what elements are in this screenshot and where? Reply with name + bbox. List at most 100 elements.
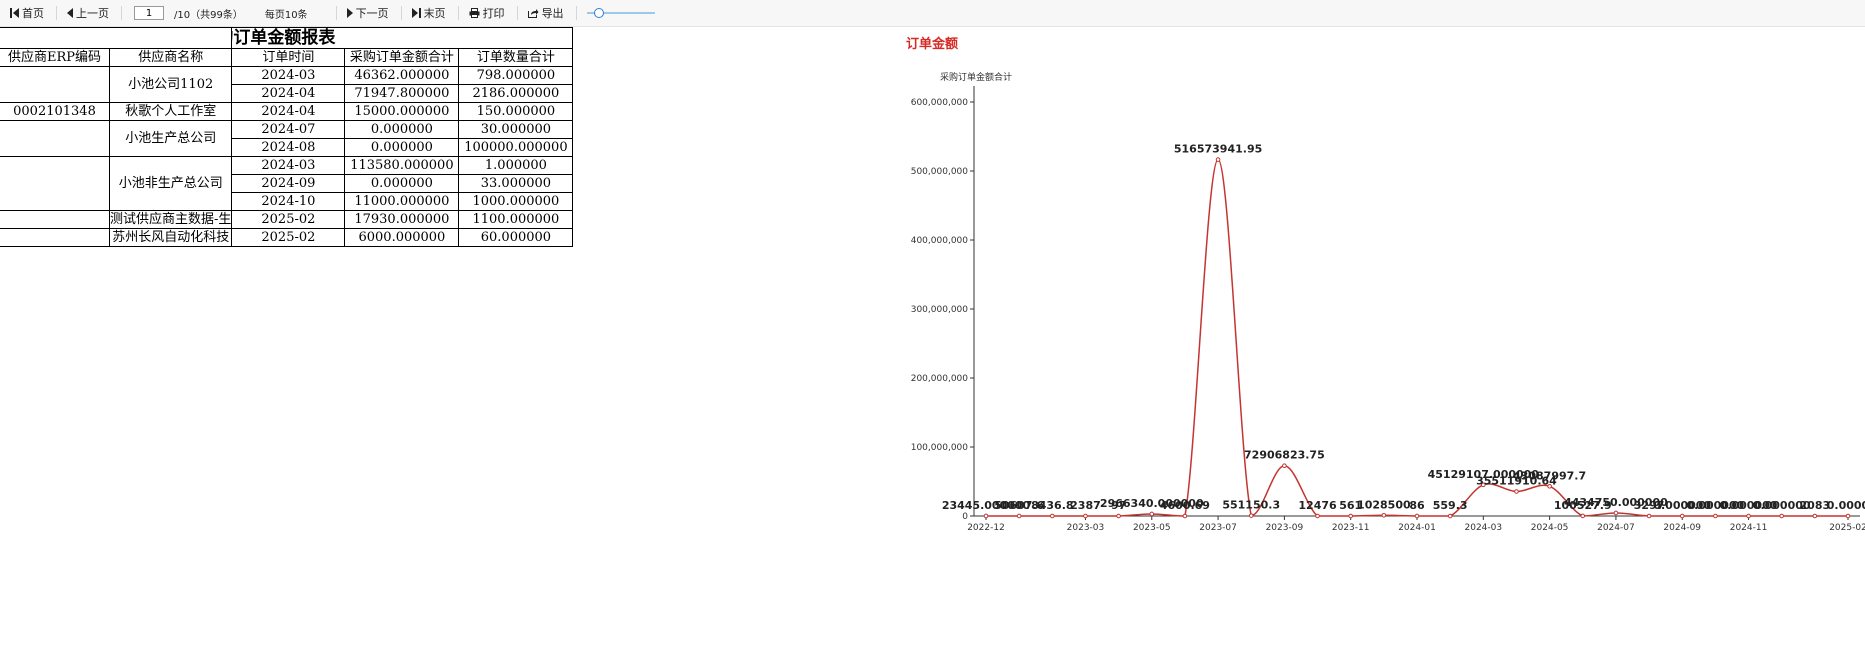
cell-order-quantity: 100000.000000: [458, 138, 574, 157]
per-page-select[interactable]: 每页10条: [265, 6, 308, 21]
data-label: 8436.8: [1031, 499, 1073, 512]
cell-order-quantity: 1000.000000: [458, 192, 574, 211]
x-tick-label: 2022-12: [967, 523, 1005, 533]
x-tick-label: 2024-03: [1465, 523, 1503, 533]
report-title-spacer: [0, 27, 232, 49]
data-point[interactable]: [1713, 513, 1718, 519]
last-page-button[interactable]: 末页: [408, 5, 450, 21]
data-point[interactable]: [1812, 513, 1818, 519]
cell-order-quantity: 33.000000: [458, 174, 574, 193]
data-point[interactable]: [1580, 513, 1586, 519]
cell-order-quantity: 2186.000000: [458, 84, 574, 103]
prev-page-label: 上一页: [76, 7, 109, 20]
data-point[interactable]: [1016, 513, 1022, 519]
cell-order-quantity: 60.000000: [458, 228, 574, 247]
report-title-text: 供应商采购订单金额报表: [233, 28, 336, 48]
data-point[interactable]: [1779, 513, 1784, 519]
first-page-icon: [10, 8, 19, 18]
table-row: 小池公司1102 2024-03 46362.000000 798.000000: [0, 66, 574, 103]
page-number-input[interactable]: [134, 6, 164, 20]
data-point[interactable]: [1050, 513, 1055, 519]
toolbar-divider: [56, 6, 57, 20]
cell-order-quantity: 150.000000: [458, 102, 574, 121]
cell-supplier-name: 小池非生产总公司: [108, 156, 233, 211]
data-point[interactable]: [1381, 512, 1387, 518]
order-amount-chart: 采购订单金额合计 0 100,000,000 200,000,000 300,000,0…: [911, 71, 1865, 533]
data-label: 2083: [1800, 499, 1831, 512]
table-row: 测试供应商主数据-生 2025-02 17930.000000 1100.000000: [0, 210, 574, 229]
cell-supplier-code: [0, 210, 110, 229]
data-point[interactable]: [1679, 513, 1685, 519]
data-point[interactable]: [1116, 513, 1121, 519]
data-label: 12476: [1298, 499, 1337, 512]
cell-order-amount: 11000.000000: [344, 192, 460, 211]
x-tick-label: 2023-03: [1067, 523, 1105, 533]
x-tick-label: 2025-02: [1829, 523, 1865, 533]
first-page-button[interactable]: 首页: [6, 5, 48, 21]
cell-supplier-code: [0, 228, 110, 247]
x-tick-label: 2024-07: [1597, 523, 1635, 533]
cell-order-amount: 46362.000000: [344, 66, 460, 85]
data-point[interactable]: [1646, 513, 1652, 519]
data-point[interactable]: [983, 513, 989, 519]
data-point[interactable]: [1746, 513, 1751, 519]
data-point[interactable]: [1282, 463, 1287, 468]
prev-page-button[interactable]: 上一页: [63, 5, 113, 21]
data-point[interactable]: [1315, 513, 1320, 519]
prev-page-icon: [67, 8, 73, 18]
toolbar-divider: [457, 6, 459, 20]
print-button[interactable]: 打印: [465, 5, 509, 21]
cell-order-date: 2024-07: [231, 120, 346, 139]
toolbar-divider: [575, 6, 577, 20]
data-label: 551150.3: [1222, 499, 1280, 512]
cell-order-date: 2024-04: [231, 84, 346, 103]
zoom-slider[interactable]: [586, 7, 655, 19]
cell-order-amount: 0.000000: [344, 138, 460, 157]
cell-order-date: 2024-04: [231, 102, 346, 121]
table-row: 小池生产总公司 2024-07 0.000000 30.000000: [0, 120, 574, 157]
data-point[interactable]: [1083, 513, 1088, 519]
y-tick-label: 500,000,000: [911, 167, 969, 177]
last-page-icon: [411, 8, 421, 18]
data-label: 43087997.7: [1513, 469, 1586, 482]
data-point[interactable]: [1182, 513, 1188, 519]
data-point[interactable]: [1447, 513, 1453, 519]
data-point[interactable]: [1514, 489, 1519, 494]
toolbar-divider: [121, 6, 122, 20]
export-icon: [527, 9, 539, 18]
cell-order-amount: 0.000000: [344, 120, 460, 139]
y-tick-label: 200,000,000: [911, 374, 969, 384]
data-point[interactable]: [1215, 157, 1221, 162]
cell-order-quantity: 1.000000: [458, 156, 574, 175]
toolbar-divider: [516, 6, 518, 20]
report-title-row: 供应商采购订单金额报表: [0, 27, 574, 49]
cell-supplier-name: 测试供应商主数据-生: [108, 210, 233, 229]
next-page-label: 下一页: [355, 7, 389, 20]
data-label: 86: [1409, 499, 1425, 512]
zoom-slider-handle[interactable]: [593, 8, 604, 18]
export-button[interactable]: 导出: [524, 5, 568, 21]
header-supplier-code: 供应商ERP编码: [0, 48, 110, 67]
header-supplier-name: 供应商名称: [108, 48, 233, 67]
data-label: 559.3: [1433, 499, 1468, 512]
cell-supplier-name: 小池生产总公司: [108, 120, 233, 157]
data-point[interactable]: [1248, 513, 1254, 518]
last-page-label: 末页: [423, 7, 446, 20]
data-point[interactable]: [1149, 511, 1155, 517]
data-point[interactable]: [1613, 510, 1619, 516]
data-point[interactable]: [1414, 513, 1420, 519]
data-point[interactable]: [1547, 483, 1552, 489]
cell-order-amount: 0.000000: [344, 174, 460, 193]
cell-order-amount: 15000.000000: [344, 102, 460, 121]
cell-order-date: 2024-03: [231, 156, 346, 175]
data-label: 0.0000: [1827, 499, 1865, 512]
data-label: 72906823.75: [1244, 449, 1325, 462]
next-page-button[interactable]: 下一页: [343, 5, 393, 21]
cell-order-date: 2025-02: [231, 210, 346, 229]
data-point[interactable]: [1348, 513, 1353, 519]
report-header-row: 供应商ERP编码 供应商名称 订单时间 采购订单金额合计 订单数量合计: [0, 48, 574, 67]
x-tick-label: 2024-05: [1531, 523, 1569, 533]
data-point[interactable]: [1845, 513, 1851, 519]
first-page-label: 首页: [22, 7, 44, 20]
cell-order-date: 2024-03: [231, 66, 346, 85]
